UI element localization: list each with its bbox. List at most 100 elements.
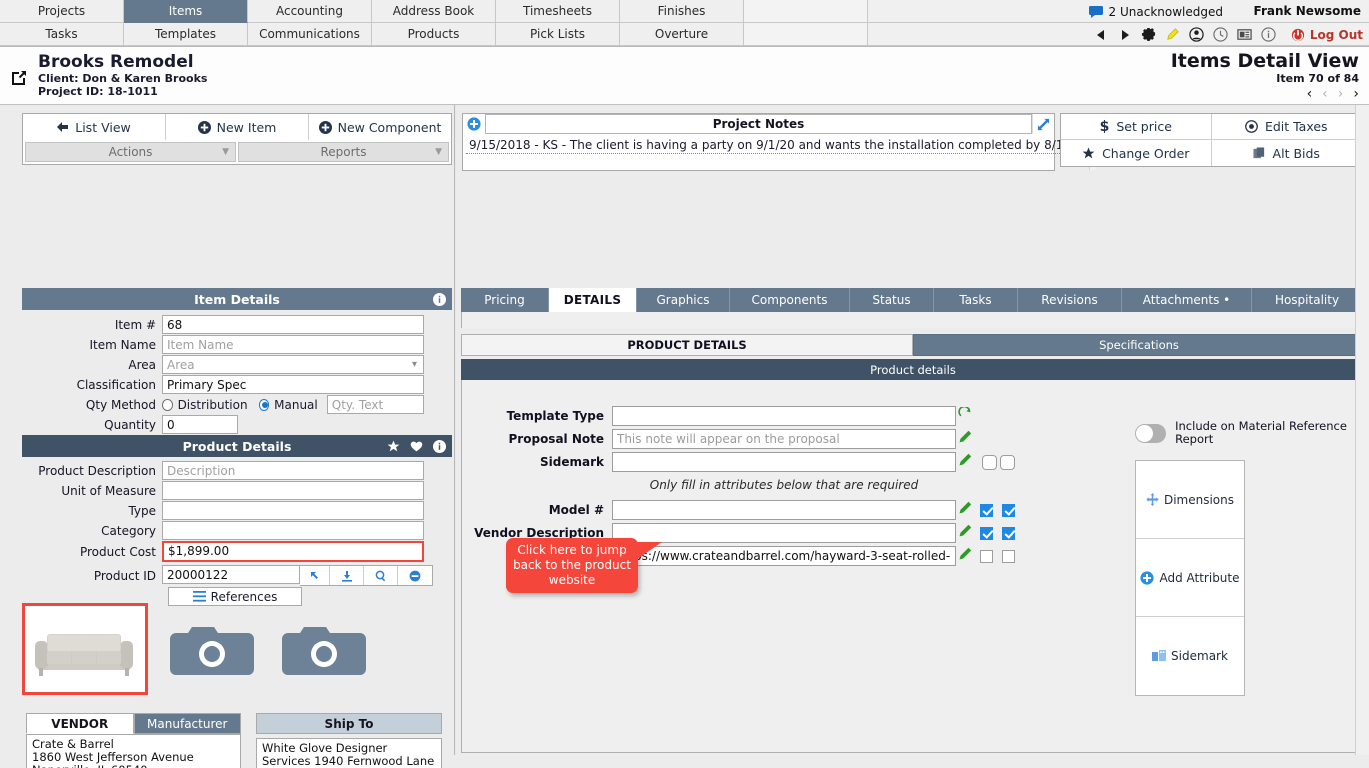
nav-tab-products[interactable]: Products <box>372 23 496 46</box>
pager-prev[interactable]: ‹ <box>1322 86 1328 102</box>
download-icon[interactable] <box>330 566 364 585</box>
product-image-placeholder-3[interactable] <box>276 619 372 681</box>
pencil-icon[interactable] <box>956 430 974 448</box>
radio-distribution[interactable] <box>162 398 173 411</box>
nav-tab-projects[interactable]: Projects <box>0 0 124 23</box>
add-attribute-button[interactable]: Add Attribute <box>1136 539 1244 617</box>
refresh-icon[interactable] <box>956 405 974 425</box>
clock-icon[interactable] <box>1209 25 1233 45</box>
pager-last[interactable]: › <box>1353 86 1359 102</box>
alt-bids-button[interactable]: Alt Bids <box>1212 140 1362 166</box>
unit-of-measure-input[interactable] <box>162 481 424 500</box>
next-icon[interactable] <box>1113 25 1137 45</box>
actions-dropdown[interactable]: Actions ▼ <box>25 142 236 162</box>
nav-tab-items[interactable]: Items <box>124 0 248 23</box>
proposal-round-checkbox[interactable] <box>1000 454 1015 470</box>
dimensions-button[interactable]: Dimensions <box>1136 461 1244 539</box>
heart-icon[interactable] <box>410 440 423 453</box>
add-note-icon[interactable] <box>463 114 485 134</box>
pencil-icon[interactable] <box>956 547 974 565</box>
tab-revisions[interactable]: Revisions <box>1018 288 1122 312</box>
template-type-input[interactable] <box>612 406 956 426</box>
gear-icon[interactable] <box>1137 25 1161 45</box>
website-proposal-checkbox[interactable] <box>1002 549 1015 563</box>
edit-taxes-button[interactable]: Edit Taxes <box>1211 114 1361 140</box>
new-component-button[interactable]: New Component <box>309 114 451 140</box>
tab-attachments[interactable]: Attachments • <box>1122 288 1252 312</box>
type-input[interactable] <box>162 501 424 520</box>
nav-tab-pick-lists[interactable]: Pick Lists <box>496 23 620 46</box>
tab-hospitality[interactable]: Hospitality <box>1252 288 1362 312</box>
list-view-button[interactable]: List View <box>23 114 166 140</box>
subtab-specifications[interactable]: Specifications <box>913 334 1365 356</box>
product-image-primary[interactable] <box>22 603 148 695</box>
area-select[interactable]: Area ▾ <box>162 355 424 374</box>
info-icon[interactable] <box>433 292 446 306</box>
expand-icon[interactable] <box>1032 114 1054 134</box>
product-image-placeholder-2[interactable] <box>164 619 260 681</box>
info-icon[interactable] <box>1257 25 1281 45</box>
new-item-button[interactable]: New Item <box>166 114 309 140</box>
news-icon[interactable] <box>1233 25 1257 45</box>
nav-tab-timesheets[interactable]: Timesheets <box>496 0 620 23</box>
pencil-icon[interactable] <box>956 453 974 471</box>
sidemark-button[interactable]: Sidemark <box>1136 617 1244 695</box>
info-icon[interactable] <box>433 439 446 453</box>
pencil-icon[interactable] <box>956 524 974 542</box>
tab-pricing[interactable]: Pricing <box>461 288 549 312</box>
subtab-product-details[interactable]: PRODUCT DETAILS <box>461 334 913 356</box>
project-notes-text[interactable]: 9/15/2018 - KS - The client is having a … <box>466 136 1086 154</box>
prev-icon[interactable] <box>1089 25 1113 45</box>
tab-details[interactable]: DETAILS <box>549 288 637 312</box>
tab-manufacturer[interactable]: Manufacturer <box>133 713 241 734</box>
product-description-input[interactable]: Description <box>162 461 424 480</box>
user-icon[interactable] <box>1185 25 1209 45</box>
model-proposal-checkbox[interactable] <box>1002 503 1015 517</box>
nav-tab-tasks[interactable]: Tasks <box>0 23 124 46</box>
radio-manual[interactable] <box>258 398 270 411</box>
item-number-input[interactable]: 68 <box>162 315 424 334</box>
proposal-note-input[interactable]: This note will appear on the proposal <box>612 429 956 449</box>
vendor-description-input[interactable] <box>612 523 956 543</box>
nav-tab-communications[interactable]: Communications <box>248 23 372 46</box>
nav-tab-templates[interactable]: Templates <box>124 23 248 46</box>
include-material-report-toggle[interactable] <box>1135 423 1167 443</box>
vendor-desc-proposal-checkbox[interactable] <box>1002 526 1015 540</box>
set-price-button[interactable]: $ Set price <box>1061 114 1212 140</box>
product-cost-input[interactable]: $1,899.00 <box>162 541 424 562</box>
search-icon[interactable] <box>364 566 398 585</box>
classification-input[interactable]: Primary Spec <box>162 375 424 394</box>
tab-vendor[interactable]: VENDOR <box>26 713 134 734</box>
unacknowledged-indicator[interactable]: 2 Unacknowledged <box>1088 5 1223 19</box>
arrow-up-left-icon[interactable] <box>300 566 330 585</box>
tab-status[interactable]: Status <box>850 288 934 312</box>
po-round-checkbox[interactable] <box>982 454 997 470</box>
sidemark-input[interactable] <box>612 452 956 472</box>
remove-icon[interactable] <box>398 566 432 585</box>
tab-graphics[interactable]: Graphics <box>637 288 730 312</box>
change-order-button[interactable]: Change Order <box>1061 140 1212 166</box>
model-number-input[interactable] <box>612 500 956 520</box>
quantity-input[interactable]: 0 <box>162 415 238 434</box>
highlighter-icon[interactable] <box>1161 25 1185 45</box>
reports-dropdown[interactable]: Reports ▼ <box>238 142 449 162</box>
nav-tab-overture[interactable]: Overture <box>620 23 744 46</box>
pager-first[interactable]: ‹ <box>1307 86 1313 102</box>
tab-tasks[interactable]: Tasks <box>934 288 1018 312</box>
qty-text-input[interactable]: Qty. Text <box>326 395 425 414</box>
item-name-input[interactable]: Item Name <box>162 335 424 354</box>
product-id-input[interactable]: 20000122 <box>162 565 300 584</box>
nav-tab-address-book[interactable]: Address Book <box>372 0 496 23</box>
website-input[interactable]: https://www.crateandbarrel.com/hayward-3… <box>612 546 956 566</box>
logout-button[interactable]: Log Out <box>1291 28 1363 42</box>
tab-components[interactable]: Components <box>730 288 850 312</box>
model-po-checkbox[interactable] <box>980 503 993 517</box>
main-scrollbar[interactable] <box>1355 105 1369 755</box>
external-link-icon[interactable] <box>10 57 28 98</box>
nav-tab-finishes[interactable]: Finishes <box>620 0 744 23</box>
pager-next[interactable]: › <box>1338 86 1344 102</box>
star-icon[interactable] <box>387 440 400 453</box>
pencil-icon[interactable] <box>956 501 974 519</box>
category-input[interactable] <box>162 521 424 540</box>
vendor-desc-po-checkbox[interactable] <box>980 526 993 540</box>
